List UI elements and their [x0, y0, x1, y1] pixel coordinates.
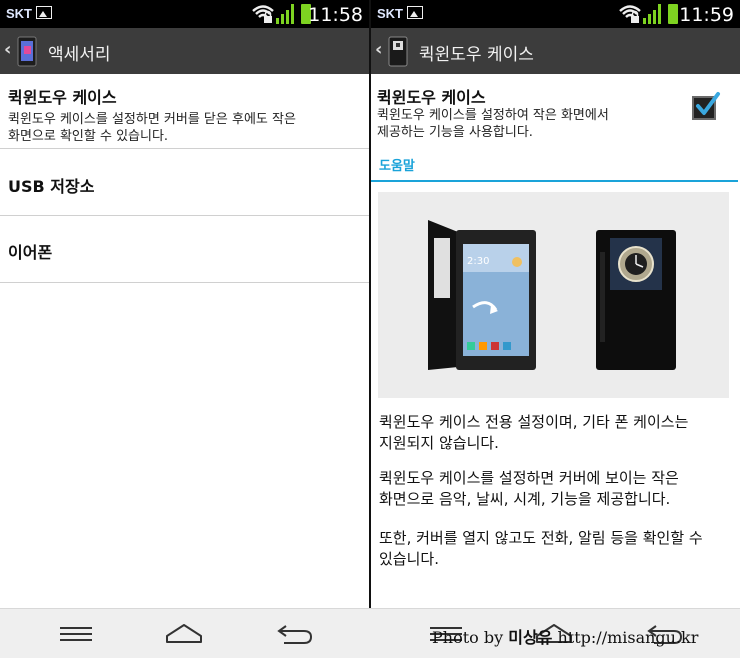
status-bar: SKT 11:58	[0, 0, 369, 28]
help-line: 화면으로 음악, 날씨, 시계, 기능을 제공합니다.	[379, 490, 671, 508]
help-line: 퀵윈도우 케이스 전용 설정이며, 기타 폰 케이스는	[379, 413, 689, 431]
page-title: 액세서리	[48, 45, 111, 65]
signal-strength-icon	[276, 4, 296, 24]
battery-icon	[668, 4, 678, 24]
setting-summary: 퀵윈도우 케이스를 설정하여 작은 화면에서 제공하는 기능을 사용합니다.	[377, 107, 609, 141]
list-item-title: USB 저장소	[8, 177, 95, 196]
subtitle-line: 퀵윈도우 케이스를 설정하면 커버를 닫은 후에도 작은	[8, 112, 296, 127]
phone-case-illustration: 2:30	[428, 220, 676, 370]
page-title: 퀵윈도우 케이스	[419, 45, 534, 65]
help-line: 또한, 커버를 열지 않고도 전화, 알림 등을 확인할 수	[379, 529, 703, 547]
help-line: 퀵윈도우 케이스를 설정하면 커버에 보이는 작은	[379, 469, 679, 487]
illustration-clock: 2:30	[467, 256, 489, 267]
help-paragraph-1: 퀵윈도우 케이스 전용 설정이며, 기타 폰 케이스는 지원되지 않습니다.	[379, 412, 724, 454]
enable-checkbox[interactable]	[692, 92, 720, 120]
watermark-url: http://misangu.kr	[557, 628, 699, 647]
watermark-name: 미상유	[508, 628, 553, 647]
left-screen: SKT 11:58 ‹ 액세서리 퀵윈도우 케이스 퀵윈도우 케이스를 설정하면…	[0, 0, 369, 608]
list-item-subtitle: 퀵윈도우 케이스를 설정하면 커버를 닫은 후에도 작은 화면으로 확인할 수 …	[8, 111, 361, 145]
back-icon[interactable]	[274, 619, 314, 649]
list-item-title: 이어폰	[8, 243, 53, 262]
signal-strength-icon	[643, 4, 663, 24]
list-item-quickwindow[interactable]: 퀵윈도우 케이스 퀵윈도우 케이스를 설정하면 커버를 닫은 후에도 작은 화면…	[0, 74, 369, 149]
watermark-prefix: Photo by	[432, 628, 504, 647]
help-paragraph-2: 퀵윈도우 케이스를 설정하면 커버에 보이는 작은 화면으로 음악, 날씨, 시…	[379, 468, 724, 510]
clock: 11:59	[679, 4, 734, 26]
action-bar: ‹ 퀵윈도우 케이스	[371, 28, 740, 74]
up-navigation-icon[interactable]: ‹	[375, 39, 382, 60]
list-item-title: 퀵윈도우 케이스	[8, 88, 117, 107]
carrier-label: SKT	[6, 6, 32, 21]
photo-watermark: Photo by 미상유 http://misangu.kr	[432, 624, 698, 648]
status-bar: SKT 11:59	[371, 0, 740, 28]
quickwindow-setting-row[interactable]: 퀵윈도우 케이스 퀵윈도우 케이스를 설정하여 작은 화면에서 제공하는 기능을…	[371, 74, 740, 154]
clock: 11:58	[308, 4, 363, 26]
help-section-header: 도움말	[371, 154, 738, 182]
wifi-icon	[619, 5, 641, 23]
gallery-notification-icon	[36, 6, 52, 19]
list-item-usb-storage[interactable]: USB 저장소	[0, 149, 369, 216]
home-icon[interactable]	[164, 619, 204, 649]
quickwindow-case-icon	[388, 36, 408, 67]
checkmark-icon	[696, 92, 720, 115]
wifi-icon	[252, 5, 274, 23]
gallery-notification-icon	[407, 6, 423, 19]
carrier-label: SKT	[377, 6, 403, 21]
subtitle-line: 화면으로 확인할 수 있습니다.	[8, 129, 169, 144]
setting-title: 퀵윈도우 케이스	[377, 88, 486, 107]
menu-icon[interactable]	[56, 619, 96, 649]
summary-line: 퀵윈도우 케이스를 설정하여 작은 화면에서	[377, 108, 609, 123]
action-bar: ‹ 액세서리	[0, 28, 369, 74]
help-line: 지원되지 않습니다.	[379, 434, 499, 452]
summary-line: 제공하는 기능을 사용합니다.	[377, 125, 533, 140]
up-navigation-icon[interactable]: ‹	[4, 39, 11, 60]
help-illustration: 2:30	[378, 192, 729, 398]
help-paragraph-3: 또한, 커버를 열지 않고도 전화, 알림 등을 확인할 수 있습니다.	[379, 528, 724, 570]
list-item-earphone[interactable]: 이어폰	[0, 216, 369, 283]
help-line: 있습니다.	[379, 550, 439, 568]
accessory-app-icon	[17, 36, 37, 67]
right-screen: SKT 11:59 ‹ 퀵윈도우 케이스 퀵윈도우 케이스 퀵윈도우 케이스를 …	[371, 0, 740, 608]
